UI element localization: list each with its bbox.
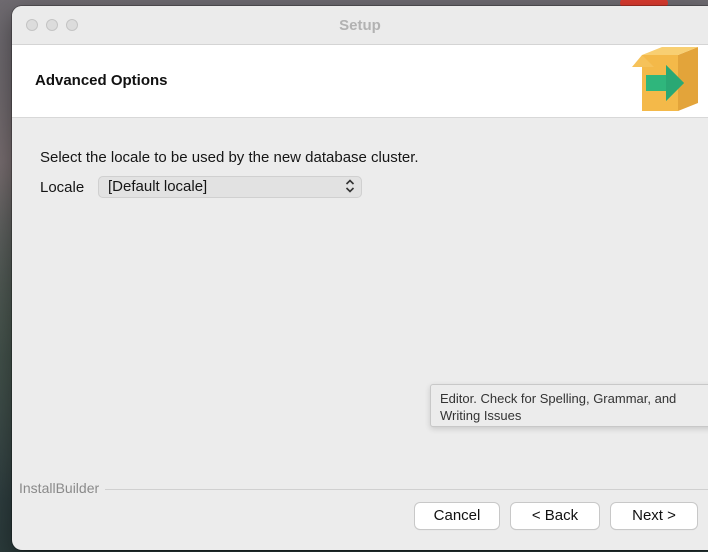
page-title: Advanced Options [35, 72, 168, 89]
install-box-arrow-icon [632, 45, 708, 117]
chevron-up-down-icon [345, 178, 355, 197]
cancel-button[interactable]: Cancel [415, 503, 499, 529]
page-header: Advanced Options [12, 45, 708, 118]
tooltip-line: Editor. Check for Spelling, Grammar, and [440, 391, 677, 406]
setup-window: Setup Advanced Options Select the locale… [12, 6, 708, 550]
window-title: Setup [339, 17, 381, 34]
locale-label: Locale [40, 179, 85, 196]
tooltip-line: Writing Issues [440, 408, 522, 423]
footer-divider [19, 489, 708, 490]
instruction-text: Select the locale to be used by the new … [40, 149, 419, 166]
brand-label: InstallBuilder [19, 480, 106, 496]
title-bar[interactable]: Setup [12, 6, 708, 45]
back-button[interactable]: < Back [511, 503, 599, 529]
tooltip: Editor. Check for Spelling, Grammar, and… [430, 384, 708, 427]
locale-selected-value: [Default locale] [108, 178, 208, 195]
locale-select[interactable]: [Default locale] [98, 176, 362, 198]
next-button[interactable]: Next > [611, 503, 697, 529]
